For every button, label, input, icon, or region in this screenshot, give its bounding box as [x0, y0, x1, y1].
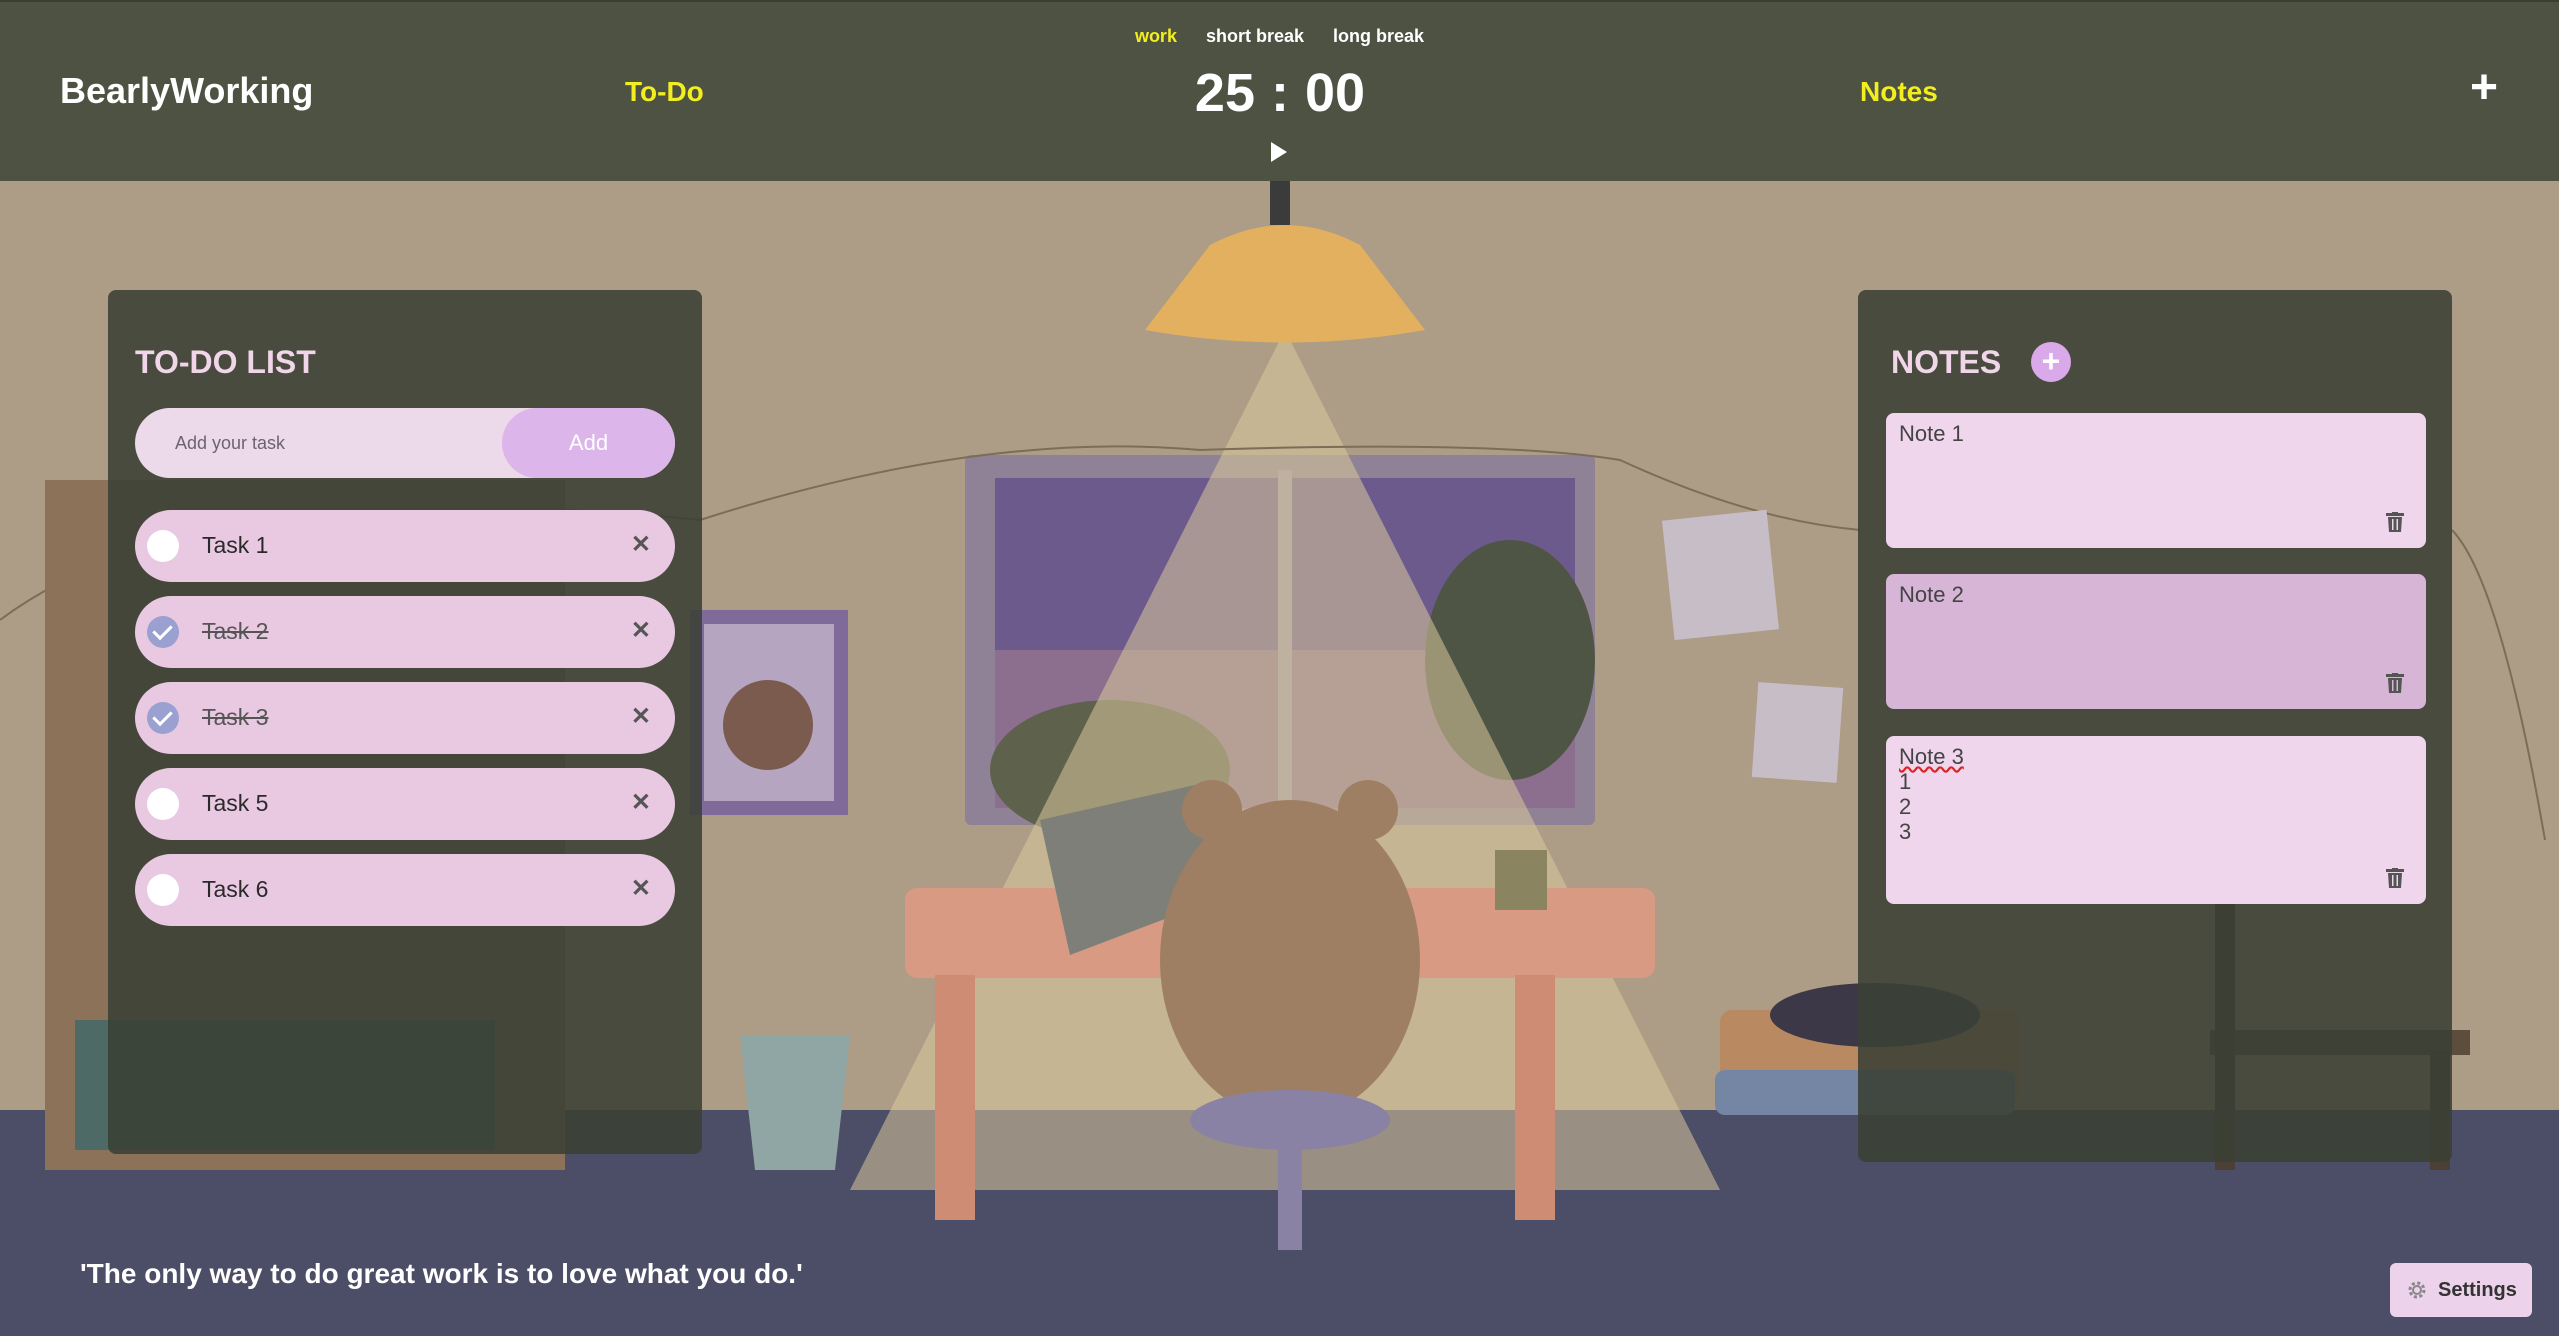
note-card[interactable]: Note 3 1 2 3	[1886, 736, 2426, 904]
close-icon[interactable]: ✕	[631, 702, 651, 731]
todo-input-group: Add	[135, 408, 675, 478]
notes-panel: NOTES + Note 1 Note 2 Note 3 1 2 3	[1858, 290, 2452, 1162]
note-line: 3	[1899, 819, 1912, 844]
add-plus-button[interactable]: +	[2470, 64, 2498, 112]
task-label: Task 2	[202, 618, 269, 644]
todo-task-input[interactable]	[135, 408, 500, 478]
close-icon[interactable]: ✕	[631, 788, 651, 817]
play-icon[interactable]	[1271, 142, 1287, 162]
todo-item[interactable]: Task 1 ✕	[135, 510, 675, 582]
timer-seconds: 00	[1304, 63, 1366, 123]
settings-label: Settings	[2438, 1279, 2517, 1301]
todo-add-button[interactable]: Add	[502, 408, 675, 478]
add-note-button[interactable]: +	[2031, 342, 2071, 382]
note-text[interactable]: Note 3 1 2 3	[1899, 744, 1964, 844]
task-checkbox[interactable]	[147, 874, 179, 906]
top-bar: BearlyWorking To-Do work short break lon…	[0, 0, 2559, 181]
note-text[interactable]: Note 1	[1899, 421, 1964, 446]
mode-short-break-tab[interactable]: short break	[1206, 26, 1304, 47]
note-line: 1	[1899, 769, 1912, 794]
todo-item[interactable]: Task 3 ✕	[135, 682, 675, 754]
gear-icon	[2408, 1281, 2426, 1299]
nav-todo-link[interactable]: To-Do	[625, 76, 704, 108]
close-icon[interactable]: ✕	[631, 616, 651, 645]
note-title: Note 3	[1899, 744, 1964, 769]
trash-icon[interactable]	[2386, 673, 2404, 693]
mode-work-tab[interactable]: work	[1135, 26, 1177, 47]
motivational-quote: 'The only way to do great work is to lov…	[80, 1258, 803, 1289]
task-label: Task 1	[202, 532, 269, 558]
task-label: Task 6	[202, 876, 269, 902]
todo-item[interactable]: Task 5 ✕	[135, 768, 675, 840]
task-label: Task 3	[202, 704, 269, 730]
timer-display: 25:00	[1180, 62, 1380, 124]
todo-panel: TO-DO LIST Add Task 1 ✕ Task 2 ✕ Task 3 …	[108, 290, 702, 1154]
task-checkbox[interactable]	[147, 530, 179, 562]
task-label: Task 5	[202, 790, 269, 816]
mode-long-break-tab[interactable]: long break	[1333, 26, 1424, 47]
task-checkbox[interactable]	[147, 788, 179, 820]
todo-item[interactable]: Task 2 ✕	[135, 596, 675, 668]
settings-button[interactable]: Settings	[2390, 1263, 2532, 1317]
note-line: 2	[1899, 794, 1912, 819]
task-checkbox-checked[interactable]	[147, 702, 179, 734]
timer-separator: :	[1271, 63, 1289, 123]
note-card[interactable]: Note 1	[1886, 413, 2426, 548]
note-text[interactable]: Note 2	[1899, 582, 1964, 607]
timer-minutes: 25	[1194, 63, 1255, 123]
brand-logo-text[interactable]: BearlyWorking	[60, 70, 313, 112]
trash-icon[interactable]	[2386, 868, 2404, 888]
todo-title: TO-DO LIST	[135, 344, 316, 380]
close-icon[interactable]: ✕	[631, 874, 651, 903]
timer-mode-selector: work short break long break	[0, 26, 2559, 47]
trash-icon[interactable]	[2386, 512, 2404, 532]
close-icon[interactable]: ✕	[631, 530, 651, 559]
todo-item[interactable]: Task 6 ✕	[135, 854, 675, 926]
notes-title: NOTES	[1891, 344, 2002, 380]
task-checkbox-checked[interactable]	[147, 616, 179, 648]
nav-notes-link[interactable]: Notes	[1860, 76, 1938, 108]
note-card[interactable]: Note 2	[1886, 574, 2426, 709]
